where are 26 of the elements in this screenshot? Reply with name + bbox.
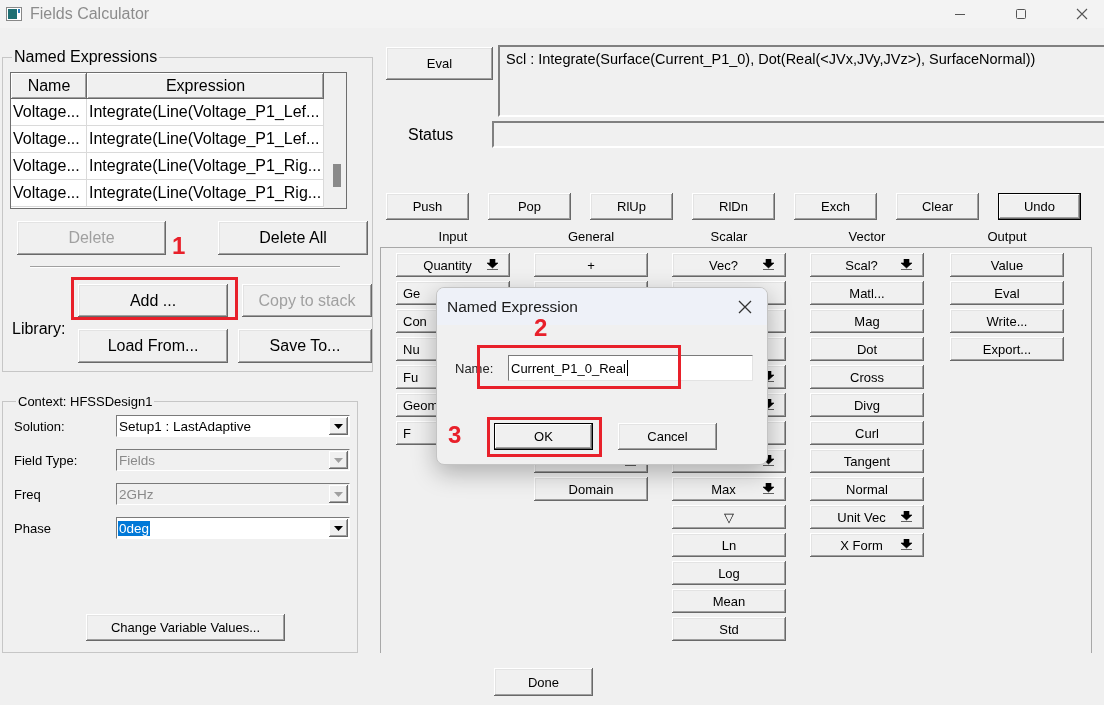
step-number: 3: [448, 423, 462, 447]
table-cell: Integrate(Line(Voltage_P1_Lef...: [87, 126, 324, 152]
group-title: Named Expressions: [13, 48, 159, 66]
column-title: General: [566, 229, 616, 245]
field-label: Solution:: [14, 418, 66, 434]
expression-display: Scl : Integrate(Surface(Current_P1_0), Dot(Real(<JVx,JVy,JVz>), SurfaceNormal)): [498, 45, 1104, 117]
table-cell: Integrate(Line(Voltage_P1_Lef...: [87, 99, 324, 125]
table-cell: Voltage...: [11, 126, 87, 152]
status-label: Status: [407, 125, 455, 144]
library-label: Library:: [11, 319, 67, 338]
table-cell: Integrate(Line(Voltage_P1_Rig...: [87, 180, 324, 206]
column-title: Scalar: [709, 229, 749, 245]
table-cell: Voltage...: [11, 99, 87, 125]
column-title: Input: [437, 229, 469, 245]
field-label: Phase: [14, 520, 52, 536]
table-cell: Voltage...: [11, 153, 87, 179]
table-cell: Integrate(Line(Voltage_P1_Rig...: [87, 153, 324, 179]
table-cell: Voltage...: [11, 180, 87, 206]
column-title: Vector: [847, 229, 887, 245]
window-title: Fields Calculator: [30, 5, 151, 23]
field-label: Field Type:: [14, 452, 79, 468]
field-label: Freq: [14, 486, 42, 502]
step-number: 2: [534, 316, 548, 340]
group-title: Context: HFSSDesign1: [17, 394, 154, 409]
column-title: Output: [986, 229, 1028, 245]
step-number: 1: [172, 234, 186, 258]
